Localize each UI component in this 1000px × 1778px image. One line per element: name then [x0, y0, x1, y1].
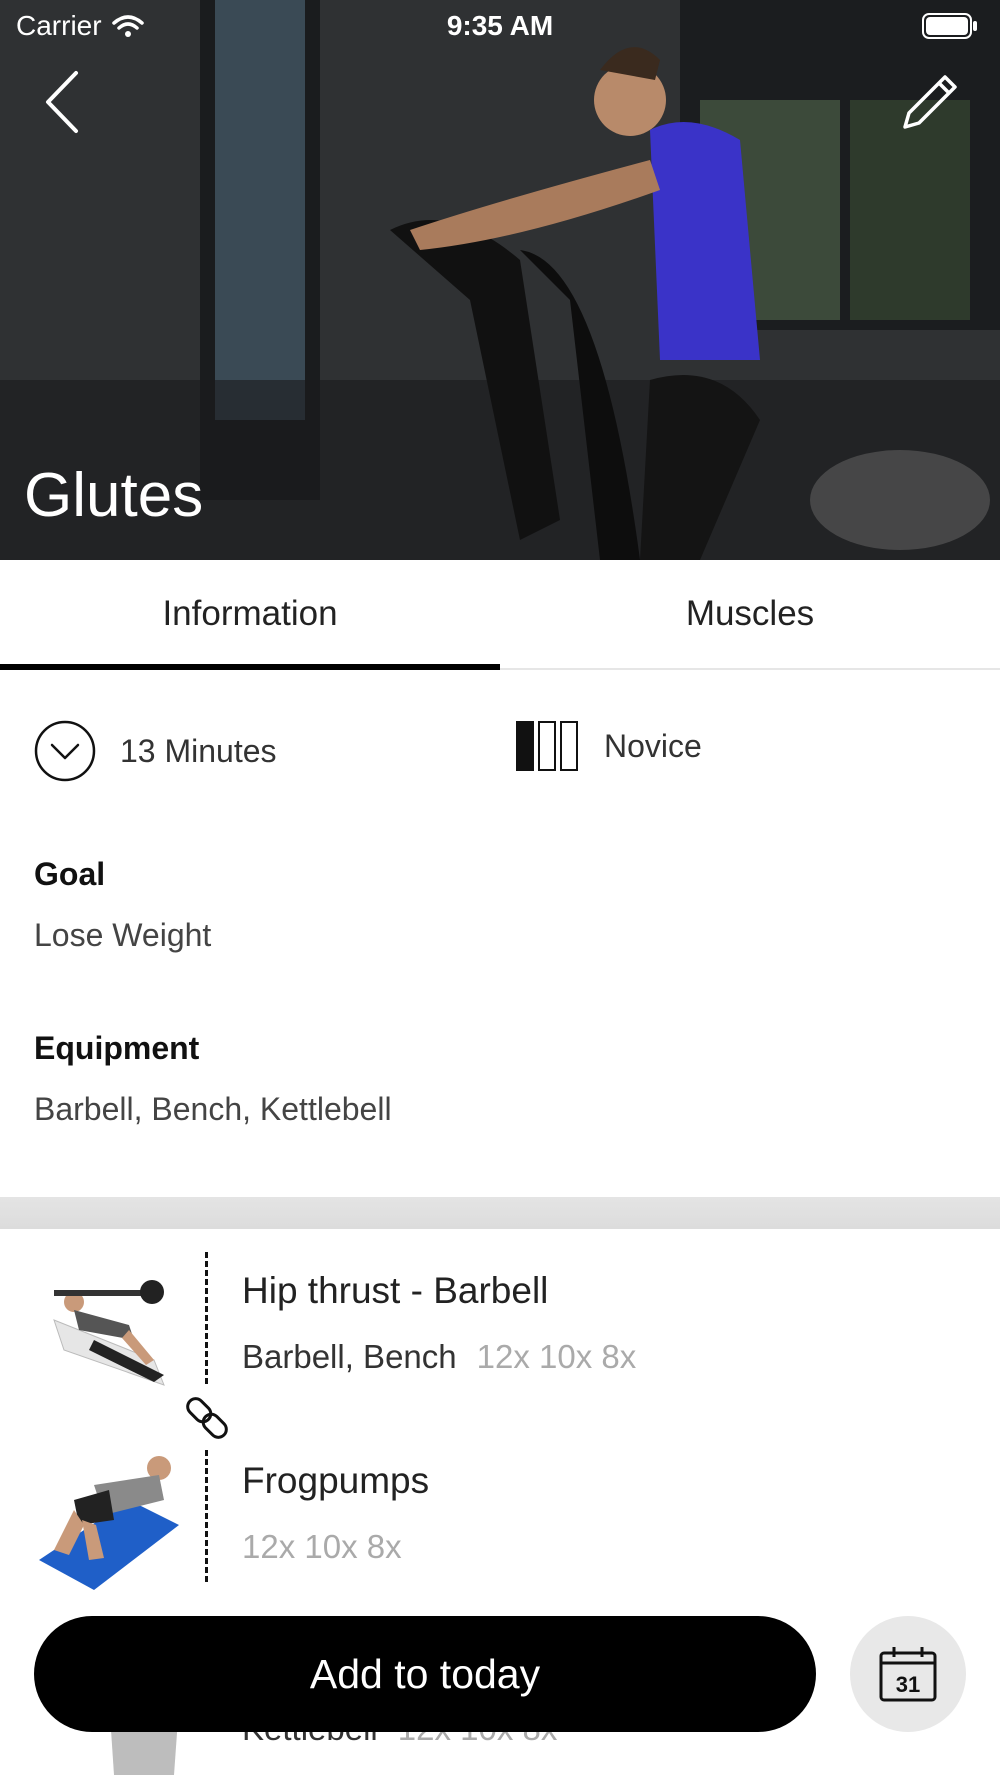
- clock-chevron-icon: [34, 720, 96, 782]
- tab-information-label: Information: [162, 594, 338, 633]
- back-button[interactable]: [22, 62, 102, 142]
- tab-information[interactable]: Information: [0, 560, 500, 670]
- add-to-today-button[interactable]: Add to today: [34, 1616, 816, 1732]
- exercise-sets: 12x 10x 8x: [476, 1338, 637, 1375]
- level-label: Novice: [604, 727, 702, 764]
- exercise-details: Barbell, Bench 12x 10x 8x: [242, 1338, 636, 1376]
- level-bars-icon: [516, 721, 578, 771]
- section-divider: [0, 1197, 1000, 1229]
- schedule-button[interactable]: 31: [850, 1616, 966, 1732]
- add-to-today-label: Add to today: [309, 1650, 541, 1697]
- tab-muscles[interactable]: Muscles: [500, 560, 1000, 668]
- workout-meta: 13 Minutes Novice: [0, 720, 1000, 790]
- goal-value: Lose Weight: [34, 917, 212, 953]
- equipment-section: Equipment Barbell, Bench, Kettlebell: [34, 1030, 392, 1128]
- exercise-details: 12x 10x 8x: [242, 1528, 402, 1566]
- status-time: 9:35 AM: [446, 10, 554, 41]
- exercise-name: Hip thrust - Barbell: [242, 1270, 549, 1311]
- exercise-row[interactable]: Frogpumps 12x 10x 8x: [0, 1440, 1000, 1610]
- exercise-row[interactable]: Hip thrust - Barbell Barbell, Bench 12x 1…: [0, 1250, 1000, 1420]
- chevron-left-icon: [46, 71, 78, 133]
- hero-image: Carrier 9:35 AM Glutes: [0, 0, 1000, 560]
- equipment-value: Barbell, Bench, Kettlebell: [34, 1091, 392, 1127]
- exercise-name: Frogpumps: [242, 1460, 430, 1501]
- calendar-day: 31: [896, 1672, 920, 1697]
- exercise-thumbnail: [34, 1440, 184, 1590]
- duration-info: 13 Minutes: [34, 720, 277, 782]
- edit-button[interactable]: [890, 62, 970, 142]
- level-info: Novice: [516, 720, 702, 772]
- exercise-sets: 12x 10x 8x: [242, 1528, 402, 1565]
- exercise-equipment: Barbell, Bench: [242, 1338, 457, 1375]
- tab-bar: Information Muscles: [0, 560, 1000, 670]
- pencil-icon: [903, 75, 957, 129]
- exercise-thumbnail: [34, 1250, 184, 1400]
- status-bar: Carrier 9:35 AM: [0, 0, 1000, 50]
- battery-icon: [922, 13, 977, 39]
- equipment-heading: Equipment: [34, 1030, 200, 1066]
- goal-section: Goal Lose Weight: [34, 856, 211, 954]
- tab-muscles-label: Muscles: [685, 594, 815, 633]
- workout-title: Glutes: [24, 461, 204, 530]
- calendar-icon: 31: [879, 1647, 937, 1702]
- duration-label: 13 Minutes: [120, 732, 277, 769]
- goal-heading: Goal: [34, 856, 106, 892]
